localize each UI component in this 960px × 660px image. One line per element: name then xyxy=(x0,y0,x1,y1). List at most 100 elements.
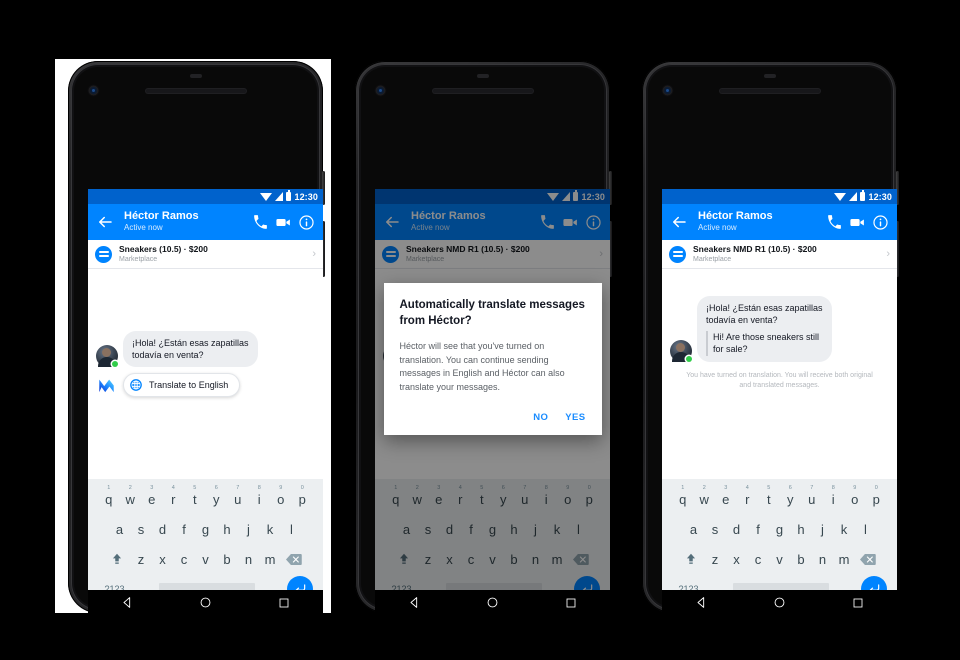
key-l[interactable]: l xyxy=(855,522,877,537)
key-b[interactable]: b xyxy=(216,552,238,567)
key-b[interactable]: b xyxy=(790,552,812,567)
key-j[interactable]: j xyxy=(238,522,260,537)
key-p[interactable]: 0p xyxy=(866,485,888,507)
key-k[interactable]: k xyxy=(259,522,281,537)
system-recents-icon[interactable] xyxy=(852,597,864,609)
key-d[interactable]: d xyxy=(726,522,748,537)
wifi-icon xyxy=(260,192,273,201)
chevron-right-icon[interactable]: › xyxy=(312,248,316,260)
key-r[interactable]: 4r xyxy=(163,485,185,507)
contact-name: Héctor Ramos xyxy=(124,210,199,223)
key-n[interactable]: n xyxy=(238,552,260,567)
contact-name-block[interactable]: Héctor Ramos Active now xyxy=(120,210,246,233)
marketplace-text: Sneakers NMD R1 (10.5) · $200 Marketplac… xyxy=(693,244,879,263)
key-t[interactable]: 5t xyxy=(758,485,780,507)
key-j[interactable]: j xyxy=(812,522,834,537)
proximity-sensor-icon xyxy=(763,74,776,78)
system-back-icon[interactable] xyxy=(695,596,708,609)
translate-to-english-button[interactable]: Translate to English xyxy=(123,373,241,398)
messenger-logo-icon xyxy=(99,379,114,392)
shift-key-icon[interactable] xyxy=(678,552,704,566)
video-camera-icon[interactable] xyxy=(275,214,292,231)
key-c[interactable]: c xyxy=(747,552,769,567)
key-n[interactable]: n xyxy=(812,552,834,567)
key-a[interactable]: a xyxy=(109,522,131,537)
key-v[interactable]: v xyxy=(769,552,791,567)
phone-call-icon[interactable] xyxy=(252,214,269,231)
backspace-key-icon[interactable] xyxy=(855,553,881,566)
system-back-icon[interactable] xyxy=(121,596,134,609)
key-o[interactable]: 9o xyxy=(270,485,292,507)
key-h[interactable]: h xyxy=(216,522,238,537)
key-y[interactable]: 6y xyxy=(780,485,802,507)
key-m[interactable]: m xyxy=(259,552,281,567)
key-s[interactable]: s xyxy=(130,522,152,537)
message-bubble[interactable]: ¡Hola! ¿Están esas zapatillas todavía en… xyxy=(697,296,832,362)
key-g[interactable]: g xyxy=(769,522,791,537)
key-v[interactable]: v xyxy=(195,552,217,567)
status-bar: 12:30 xyxy=(88,189,323,204)
system-home-icon[interactable] xyxy=(773,596,786,609)
info-circle-icon[interactable] xyxy=(872,214,889,231)
contact-presence: Active now xyxy=(698,223,737,233)
key-z[interactable]: z xyxy=(704,552,726,567)
contact-name-block[interactable]: Héctor Ramos Active now xyxy=(694,210,820,233)
key-t[interactable]: 5t xyxy=(184,485,206,507)
key-d[interactable]: d xyxy=(152,522,174,537)
dialog-no-button[interactable]: NO xyxy=(533,412,548,423)
key-x[interactable]: x xyxy=(726,552,748,567)
key-e[interactable]: 3e xyxy=(141,485,163,507)
key-i[interactable]: 8i xyxy=(249,485,271,507)
key-z[interactable]: z xyxy=(130,552,152,567)
translated-message-block: Hi! Are those sneakers still for sale? xyxy=(706,331,823,356)
phone-call-icon[interactable] xyxy=(826,214,843,231)
key-g[interactable]: g xyxy=(195,522,217,537)
chevron-right-icon[interactable]: › xyxy=(886,248,890,260)
system-home-icon[interactable] xyxy=(199,596,212,609)
key-w[interactable]: 2w xyxy=(694,485,716,507)
key-u[interactable]: 7u xyxy=(801,485,823,507)
key-l[interactable]: l xyxy=(281,522,303,537)
marketplace-item-bar[interactable]: Sneakers (10.5) · $200 Marketplace › xyxy=(88,240,323,269)
keyboard-row-2: a s d f g h j k l xyxy=(88,514,323,544)
key-x[interactable]: x xyxy=(152,552,174,567)
phone-2: 12:30 Héctor Ramos Active now Sneakers N… xyxy=(355,61,612,615)
marketplace-item-bar[interactable]: Sneakers NMD R1 (10.5) · $200 Marketplac… xyxy=(662,240,897,269)
key-r[interactable]: 4r xyxy=(737,485,759,507)
key-p[interactable]: 0p xyxy=(292,485,314,507)
dialog-title: Automatically translate messages from Hé… xyxy=(399,299,585,327)
video-camera-icon[interactable] xyxy=(849,214,866,231)
back-arrow-icon[interactable] xyxy=(670,213,688,231)
system-back-icon[interactable] xyxy=(408,596,421,609)
system-home-icon[interactable] xyxy=(486,596,499,609)
key-q[interactable]: 1q xyxy=(672,485,694,507)
battery-icon xyxy=(860,190,866,201)
key-i[interactable]: 8i xyxy=(823,485,845,507)
backspace-key-icon[interactable] xyxy=(281,553,307,566)
shift-key-icon[interactable] xyxy=(104,552,130,566)
keyboard-row-3: z x c v b n m xyxy=(88,544,323,574)
key-f[interactable]: f xyxy=(747,522,769,537)
key-y[interactable]: 6y xyxy=(206,485,228,507)
key-a[interactable]: a xyxy=(683,522,705,537)
back-arrow-icon[interactable] xyxy=(96,213,114,231)
key-h[interactable]: h xyxy=(790,522,812,537)
avatar[interactable] xyxy=(96,345,118,368)
key-k[interactable]: k xyxy=(833,522,855,537)
dialog-yes-button[interactable]: YES xyxy=(565,412,585,423)
key-u[interactable]: 7u xyxy=(227,485,249,507)
key-f[interactable]: f xyxy=(173,522,195,537)
avatar[interactable] xyxy=(670,339,692,362)
key-e[interactable]: 3e xyxy=(715,485,737,507)
key-q[interactable]: 1q xyxy=(98,485,120,507)
key-o[interactable]: 9o xyxy=(844,485,866,507)
earpiece-speaker-icon xyxy=(432,89,533,93)
system-recents-icon[interactable] xyxy=(565,597,577,609)
message-bubble[interactable]: ¡Hola! ¿Están esas zapatillas todavía en… xyxy=(123,331,258,368)
key-c[interactable]: c xyxy=(173,552,195,567)
key-w[interactable]: 2w xyxy=(120,485,142,507)
key-m[interactable]: m xyxy=(833,552,855,567)
info-circle-icon[interactable] xyxy=(298,214,315,231)
key-s[interactable]: s xyxy=(704,522,726,537)
system-recents-icon[interactable] xyxy=(278,597,290,609)
